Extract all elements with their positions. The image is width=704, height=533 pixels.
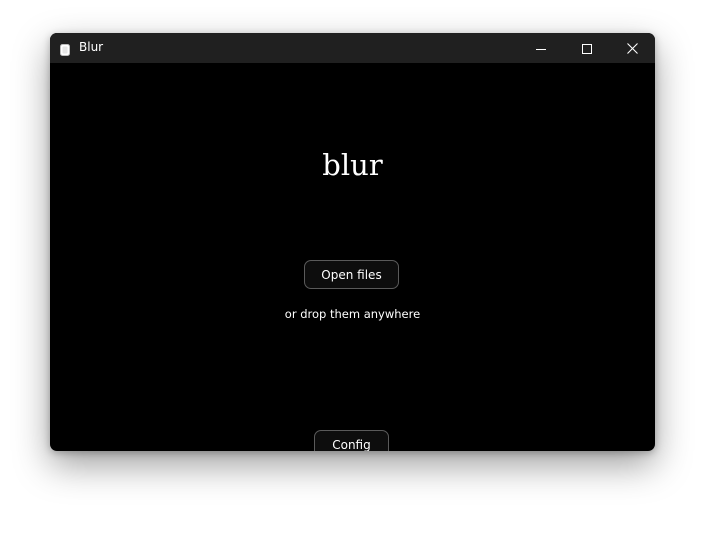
minimize-icon bbox=[536, 39, 546, 58]
app-icon bbox=[60, 41, 70, 56]
main-content: blur Open files or drop them anywhere Co… bbox=[50, 63, 655, 451]
app-title: blur bbox=[322, 148, 383, 182]
maximize-button[interactable] bbox=[564, 33, 610, 63]
close-button[interactable] bbox=[609, 33, 655, 63]
window-title: Blur bbox=[79, 40, 104, 54]
open-files-button[interactable]: Open files bbox=[304, 260, 399, 289]
app-window: Blur blur Open files or drop them anywhe… bbox=[50, 33, 655, 451]
drop-hint: or drop them anywhere bbox=[284, 307, 421, 321]
config-button[interactable]: Config bbox=[314, 430, 389, 451]
minimize-button[interactable] bbox=[518, 33, 564, 63]
open-files-label: Open files bbox=[321, 267, 382, 282]
maximize-icon bbox=[582, 39, 592, 58]
close-icon bbox=[626, 39, 638, 58]
title-bar[interactable]: Blur bbox=[50, 33, 655, 63]
config-label: Config bbox=[332, 437, 371, 452]
